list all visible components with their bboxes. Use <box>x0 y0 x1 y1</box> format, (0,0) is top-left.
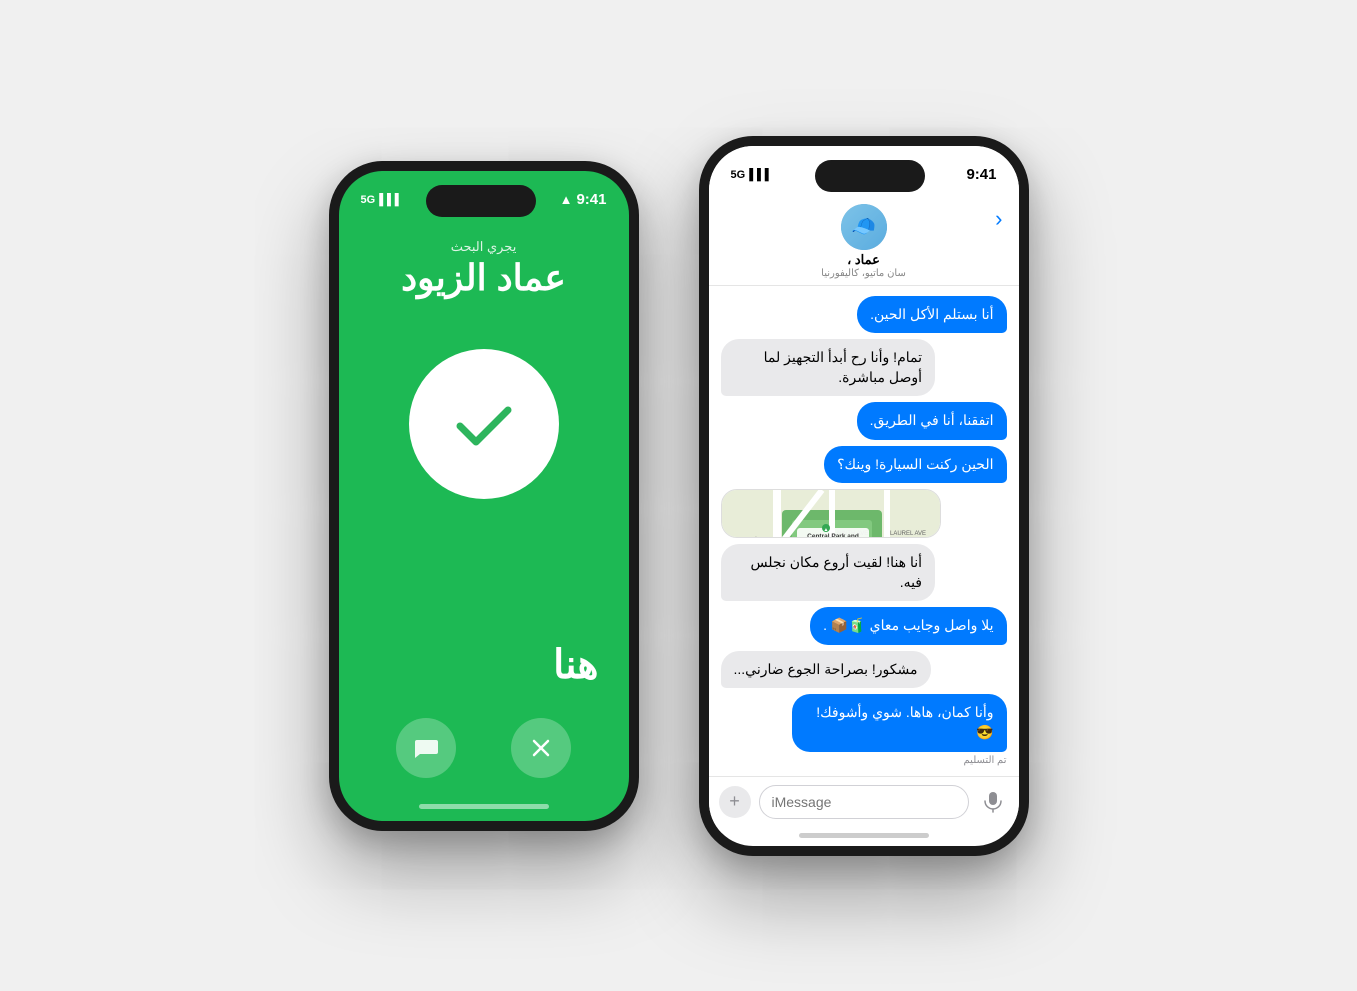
left-time: 9:41 <box>576 191 606 208</box>
caller-section: يجري البحث عماد الزيود <box>339 239 629 299</box>
checkmark-icon <box>444 384 524 464</box>
messages-body: أنا بستلم الأكل الحين. تمام! وأنا رح أبد… <box>709 286 1019 776</box>
message-bubble: مشكور! بصراحة الجوع ضارني... <box>721 651 931 689</box>
home-indicator-right <box>799 833 929 838</box>
message-bubble: أنا هنا! لقيت أروع مكان نجلس فيه. <box>721 544 936 601</box>
mic-button[interactable] <box>977 786 1009 818</box>
message-bubble: اتفقنا، أنا في الطريق. <box>857 402 1007 440</box>
left-dynamic-island <box>426 185 536 217</box>
action-buttons <box>339 718 629 798</box>
mic-icon <box>984 791 1002 813</box>
map-svg: MISSION DR LAUREL AVE NINTH AVE PALM AVE… <box>722 490 941 537</box>
message-bubble: يلا واصل وجايب معاي 🧃📦 . <box>810 607 1006 645</box>
left-status-bar: 5G ▌▌▌ ▲ 9:41 <box>339 171 629 221</box>
caller-name: عماد الزيود <box>339 257 629 299</box>
right-time: 9:41 <box>966 166 996 183</box>
input-bar: + <box>709 776 1019 833</box>
message-bubble: الحين ركنت السيارة! وينك؟ <box>824 446 1006 484</box>
message-bubble: تمام! وأنا رح أبدأ التجهيز لما أوصل مباش… <box>721 339 936 396</box>
contact-name: عماد ، <box>847 252 880 268</box>
home-indicator <box>419 804 549 809</box>
cancel-icon <box>527 734 555 762</box>
back-button[interactable]: › <box>995 206 1002 232</box>
right-signal: 5G ▌▌▌ <box>731 169 773 181</box>
map-image: MISSION DR LAUREL AVE NINTH AVE PALM AVE… <box>722 490 941 537</box>
searching-label: يجري البحث <box>339 239 629 255</box>
contact-avatar: 🧢 <box>841 204 887 250</box>
contact-subtitle: سان ماتيو، كاليفورنيا <box>821 268 906 279</box>
message-icon <box>412 734 440 762</box>
svg-text:Central Park and: Central Park and <box>807 533 859 537</box>
right-status-bar: 5G ▌▌▌ 9:41 <box>709 146 1019 196</box>
right-phone: 5G ▌▌▌ 9:41 › 🧢 عماد ، سان ماتيو، كاليفو… <box>699 136 1029 856</box>
svg-text:▲: ▲ <box>823 527 828 533</box>
messages-header: › 🧢 عماد ، سان ماتيو، كاليفورنيا <box>709 196 1019 286</box>
left-phone: 5G ▌▌▌ ▲ 9:41 يجري البحث عماد الزيود هنا <box>329 161 639 831</box>
message-bubble: وأنا كمان، هاها. شوي وأشوفك! 😎 <box>792 694 1007 751</box>
here-label: هنا <box>339 642 629 688</box>
message-bubble: أنا بستلم الأكل الحين. <box>857 296 1006 334</box>
right-dynamic-island <box>815 160 925 192</box>
left-signal: 5G ▌▌▌ <box>361 194 403 206</box>
delivered-label: تم التسليم <box>721 755 1007 766</box>
add-button[interactable]: + <box>719 786 751 818</box>
map-bubble[interactable]: MISSION DR LAUREL AVE NINTH AVE PALM AVE… <box>721 489 941 537</box>
message-button[interactable] <box>396 718 456 778</box>
checkmark-circle <box>409 349 559 499</box>
svg-text:LAUREL AVE: LAUREL AVE <box>890 531 926 537</box>
message-input[interactable] <box>759 785 969 819</box>
cancel-button[interactable] <box>511 718 571 778</box>
